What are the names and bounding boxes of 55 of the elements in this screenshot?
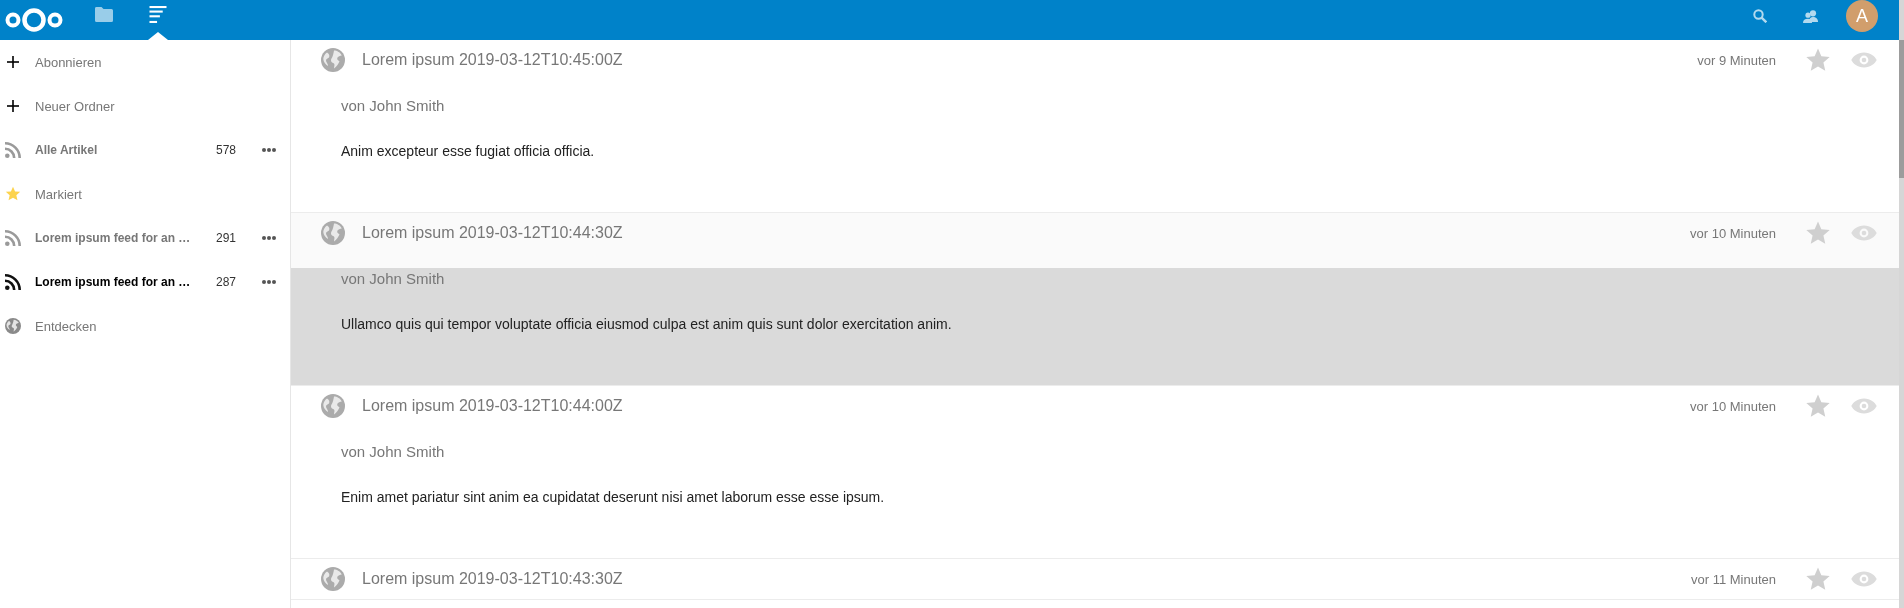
article-item[interactable]: Lorem ipsum 2019-03-12T10:44:30Z vor 10 Minuten von John Smith Ullamco quis qui tempor voluptate officia eiusmod culpa est anim quis sunt dolor exercitation anim. (291, 213, 1899, 386)
star-icon[interactable] (1805, 393, 1831, 419)
sidebar-item[interactable]: Abonnieren (35, 54, 290, 70)
globe-icon (321, 567, 345, 591)
rss-icon (5, 274, 21, 290)
eye-icon[interactable] (1851, 52, 1877, 68)
plus-icon[interactable] (7, 100, 19, 112)
star-icon (5, 186, 21, 202)
rss-icon (5, 230, 21, 246)
eye-icon[interactable] (1851, 571, 1877, 587)
sidebar-item[interactable]: Lorem ipsum feed for an … (35, 275, 216, 289)
article-body: Ullamco quis qui tempor voluptate officia eiusmod culpa est anim quis sunt dolor exercitation anim. (341, 315, 953, 334)
article-time: vor 10 Minuten (1690, 398, 1776, 414)
rss-icon (5, 142, 21, 158)
article-title[interactable]: Lorem ipsum 2019-03-12T10:43:30Z (362, 570, 623, 588)
eye-icon[interactable] (1851, 398, 1877, 414)
more-icon[interactable] (262, 148, 276, 152)
article-time: vor 9 Minuten (1697, 52, 1776, 68)
user-avatar[interactable]: A (1846, 0, 1878, 32)
contacts-icon[interactable] (1803, 9, 1818, 23)
article-body: Anim excepteur esse fugiat officia officia. (341, 142, 596, 161)
article-time: vor 11 Minuten (1690, 571, 1776, 587)
globe-icon (321, 394, 345, 418)
article-body: Enim amet pariatur sint anim ea cupidatat deserunt nisi amet laborum esse esse ipsum. (341, 488, 886, 507)
sidebar-item[interactable]: Alle Artikel (35, 143, 216, 157)
unread-count: 578 (215, 143, 236, 157)
scrollbar-thumb[interactable] (1899, 40, 1904, 178)
article-title[interactable]: Lorem ipsum 2019-03-12T10:44:30Z (362, 224, 623, 242)
plus-icon[interactable] (7, 56, 19, 68)
star-icon[interactable] (1805, 47, 1831, 73)
logo-icon[interactable] (5, 8, 63, 32)
news-feed-icon[interactable] (149, 6, 167, 23)
active-indicator-icon (148, 32, 168, 40)
folder-icon[interactable] (95, 6, 113, 23)
globe-icon (321, 48, 345, 72)
unread-count: 287 (215, 275, 236, 289)
sidebar-item[interactable]: Entdecken (35, 318, 290, 334)
sidebar-item[interactable]: Markiert (35, 186, 290, 202)
more-icon[interactable] (262, 236, 276, 240)
search-icon[interactable] (1753, 9, 1767, 23)
eye-icon[interactable] (1851, 225, 1877, 241)
article-author: von John Smith (341, 96, 446, 116)
sidebar-item[interactable]: Lorem ipsum feed for an … (35, 231, 216, 245)
article-time: vor 10 Minuten (1690, 225, 1776, 241)
article-author: von John Smith (341, 269, 446, 289)
star-icon[interactable] (1805, 220, 1831, 246)
sidebar-item[interactable]: Neuer Ordner (35, 98, 290, 114)
article-title[interactable]: Lorem ipsum 2019-03-12T10:45:00Z (362, 51, 623, 69)
article-author: von John Smith (341, 442, 446, 462)
globe-icon (321, 221, 345, 245)
article-title[interactable]: Lorem ipsum 2019-03-12T10:44:00Z (362, 397, 623, 415)
star-icon[interactable] (1805, 566, 1831, 592)
unread-count: 291 (215, 231, 236, 245)
more-icon[interactable] (262, 280, 276, 284)
globe-icon (5, 318, 21, 334)
